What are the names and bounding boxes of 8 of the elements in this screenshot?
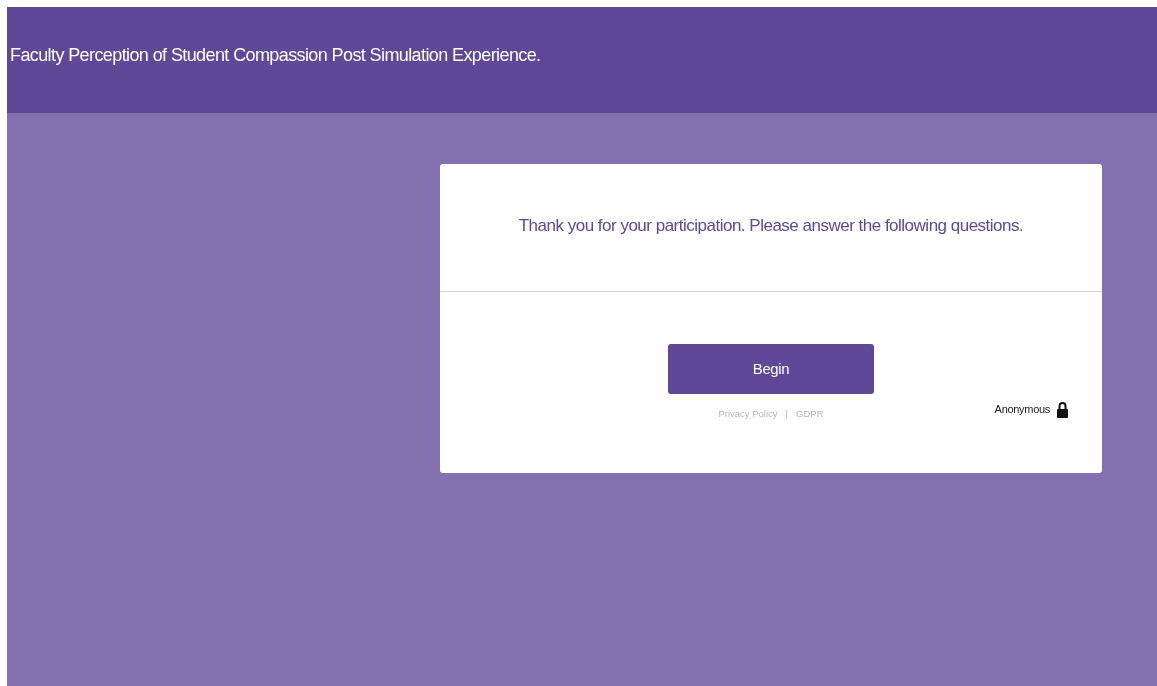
privacy-link[interactable]: Privacy Policy [718, 407, 778, 422]
gdpr-link[interactable]: GDPR [796, 407, 824, 422]
survey-title: Faculty Perception of Student Compassion Post Simulation Experience. [10, 45, 541, 67]
anonymous-label: Anonymous [994, 402, 1050, 418]
begin-button[interactable]: Begin [668, 344, 874, 394]
intro-text: Thank you for your participation. Please answer the following questions. [518, 214, 1024, 237]
separator-text: | [785, 407, 789, 421]
lock-icon [1057, 401, 1068, 418]
